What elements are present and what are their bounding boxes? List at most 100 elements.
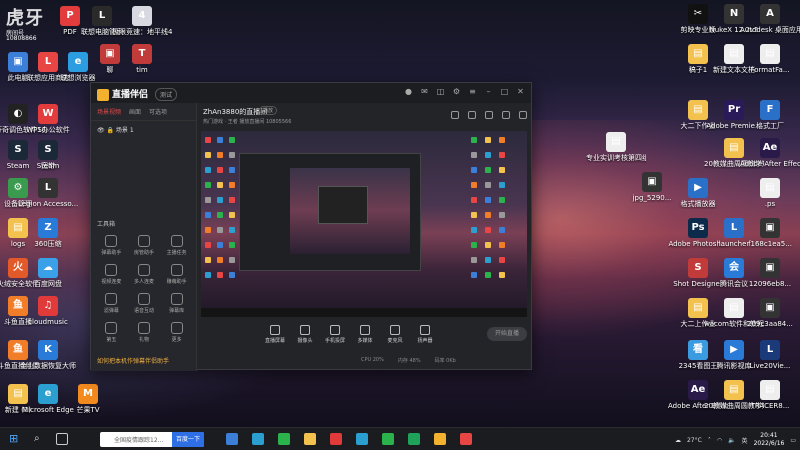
desktop-icon[interactable]: S Steam: [18, 140, 78, 171]
tool-more[interactable]: 更多: [160, 322, 193, 343]
tool-filter-danmaku[interactable]: 滤弹幕: [95, 293, 128, 314]
search-input[interactable]: 全国疫情跟踪12...: [114, 435, 163, 444]
fullscreen-icon[interactable]: [485, 111, 493, 119]
taskbar-app-icon[interactable]: [382, 433, 394, 445]
app-icon: ☁: [38, 258, 58, 278]
desktop-icon[interactable]: W WPS办公软件: [18, 104, 78, 135]
avatar-icon[interactable]: ●: [404, 87, 413, 96]
volume-icon[interactable]: 🔈: [728, 437, 735, 444]
tool-voice[interactable]: 语音互动: [128, 293, 161, 314]
tool-streamer-task[interactable]: 主播任务: [160, 235, 193, 256]
mini-desktop-icon: [471, 257, 477, 263]
desktop-icon[interactable]: ▤ TRACER8...: [740, 380, 800, 411]
tab-scene-video[interactable]: 场景视频: [97, 107, 121, 116]
control-phone-cast[interactable]: 手机投屏: [321, 325, 349, 344]
tool-cute-assistant[interactable]: 赚萌助手: [160, 264, 193, 285]
desktop-icon[interactable]: Ttim: [112, 44, 172, 75]
control-media[interactable]: 多媒体: [351, 325, 379, 344]
lock-icon[interactable]: [451, 111, 459, 119]
tool-video-link[interactable]: 视频连麦: [95, 264, 128, 285]
tool-danmaku-lib[interactable]: 弹幕库: [160, 293, 193, 314]
tool-label: 多人连麦: [133, 279, 154, 285]
taskbar-app-icon[interactable]: [460, 433, 472, 445]
control-camera[interactable]: 摄像头: [291, 325, 319, 344]
taskbar-app-icon[interactable]: [226, 433, 238, 445]
gift-icon[interactable]: ◫: [436, 87, 445, 96]
desktop-icon[interactable]: Z 360压缩: [18, 218, 78, 249]
cpu-status: CPU 20%: [361, 357, 384, 363]
taskbar-app-icon[interactable]: [278, 433, 290, 445]
mini-desktop-icon: [229, 242, 235, 248]
taskbar-app-icon[interactable]: [252, 433, 264, 445]
tool-room-admin[interactable]: 房管助手: [128, 235, 161, 256]
app-icon: K: [38, 340, 58, 360]
close-icon[interactable]: ✕: [516, 87, 525, 96]
tab-options[interactable]: 可选项: [149, 107, 167, 116]
start-live-button[interactable]: 开始直播: [487, 327, 527, 341]
control-speaker[interactable]: 扬声器: [411, 325, 439, 344]
desktop-icon[interactable]: K 金山数据恢复大师: [18, 340, 78, 371]
room-tag[interactable]: 播放: [259, 106, 278, 115]
desktop-icon[interactable]: ☁ 百度网盘: [18, 258, 78, 289]
tool-gift[interactable]: 礼物: [128, 322, 161, 343]
taskbar-app-icon[interactable]: [408, 433, 420, 445]
app-icon: ▣: [760, 298, 780, 318]
control-screen[interactable]: 直播屏幕: [261, 325, 289, 344]
live-companion-window[interactable]: 直播伴侣 测试 ● ✉ ◫ ⚙ ≡ – □ ✕ 场景视频 画面 可选项 👁 🔒 …: [90, 82, 532, 371]
ime-indicator[interactable]: 英: [742, 436, 748, 445]
scene-item[interactable]: 👁 🔒 场景 1: [91, 121, 196, 138]
taskbar-app-icon[interactable]: [356, 433, 368, 445]
desktop-icon-label: Adobe After Effects 2020: [740, 160, 800, 168]
tab-screen[interactable]: 画面: [129, 107, 141, 116]
notification-icon[interactable]: ▭: [790, 437, 796, 444]
desktop-icon[interactable]: M 芒果TV: [58, 384, 118, 415]
weather-text[interactable]: 27°C: [687, 437, 702, 444]
sidebar-warning[interactable]: 如何把本机作弹幕伴侣助手: [97, 356, 169, 365]
settings-icon[interactable]: ⚙: [452, 87, 461, 96]
taskbar-app-icon[interactable]: [304, 433, 316, 445]
app-icon: L: [92, 6, 112, 26]
desktop-icon[interactable]: ▣ f168c1ea5...: [740, 218, 800, 249]
task-view-icon[interactable]: [56, 433, 68, 445]
maximize-icon[interactable]: □: [500, 87, 509, 96]
tool-danmaku-assistant[interactable]: 弹幕助手: [95, 235, 128, 256]
taskbar-app-icon[interactable]: [434, 433, 446, 445]
record-icon[interactable]: [468, 111, 476, 119]
mini-desktop-icon: [217, 257, 223, 263]
tray-arrow-icon[interactable]: ˄: [708, 437, 711, 444]
monitor-icon: [270, 325, 280, 335]
desktop-icon[interactable]: ▣ jpg_5290...: [622, 172, 682, 203]
desktop-icon[interactable]: ▤ FormatFa...: [740, 44, 800, 75]
app-title-bar[interactable]: 直播伴侣 测试 ● ✉ ◫ ⚙ ≡ – □ ✕: [91, 83, 531, 103]
desktop-icon[interactable]: L Live20Vie...: [740, 340, 800, 371]
windows-start-icon[interactable]: ⊞: [9, 433, 21, 445]
menu-icon[interactable]: ≡: [468, 87, 477, 96]
weather-icon[interactable]: ☁: [675, 437, 681, 444]
clock[interactable]: 20:41 2022/6/16: [754, 432, 785, 448]
search-icon[interactable]: ⌕: [34, 433, 46, 445]
desktop-icon[interactable]: 4 极限竞速：地平线4: [112, 6, 172, 37]
desktop-icon[interactable]: L Legion Accesso...: [18, 178, 78, 209]
window-controls: ● ✉ ◫ ⚙ ≡ – □ ✕: [404, 87, 525, 96]
desktop-icon[interactable]: ♫ cloudmusic: [18, 296, 78, 327]
tool-multi-link[interactable]: 多人连麦: [128, 264, 161, 285]
desktop-icon[interactable]: ▤ 专业实训考核第四组: [586, 132, 646, 163]
desktop-icon[interactable]: ▤ .ps: [740, 178, 800, 209]
tool-label: 主播任务: [166, 250, 187, 256]
desktop-icon[interactable]: F 格式工厂: [740, 100, 800, 131]
taskbar-app-icon[interactable]: [330, 433, 342, 445]
share-icon[interactable]: [519, 111, 527, 119]
tool-fifth[interactable]: 第五: [95, 322, 128, 343]
desktop-icon[interactable]: ▣ 12096eb8...: [740, 258, 800, 289]
desktop-icon[interactable]: ▣ 209c3aa84...: [740, 298, 800, 329]
baidu-search-box[interactable]: 全国疫情跟踪12... 百度一下: [100, 432, 204, 447]
desktop-icon[interactable]: A Autodesk 桌面应用程序: [740, 4, 800, 35]
search-button[interactable]: 百度一下: [172, 432, 204, 447]
minimize-icon[interactable]: –: [484, 87, 493, 96]
network-icon[interactable]: ◠: [717, 437, 722, 444]
layout-icon[interactable]: [502, 111, 510, 119]
desktop-icon[interactable]: Ae Adobe After Effects 2020: [740, 138, 800, 169]
control-mic[interactable]: 麦克风: [381, 325, 409, 344]
stream-preview[interactable]: [201, 131, 527, 317]
mail-icon[interactable]: ✉: [420, 87, 429, 96]
